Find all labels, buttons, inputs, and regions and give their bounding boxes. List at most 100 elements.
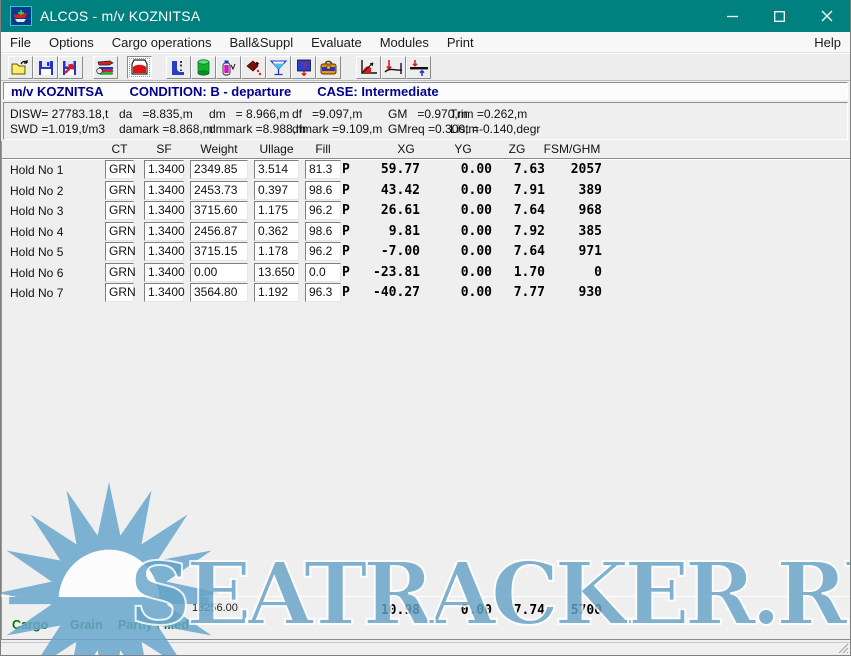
fsm-value: 930 — [527, 285, 602, 300]
fill-input[interactable]: 96.3 — [305, 283, 341, 302]
app-icon — [10, 6, 32, 26]
condition-label: CONDITION: B - departure — [129, 84, 291, 99]
table-row: Hold No 4 GRN 1.3400 2456.87 0.362 98.6 … — [2, 222, 850, 242]
ct-input[interactable]: GRN — [105, 222, 134, 241]
fill-input[interactable]: 96.2 — [305, 201, 341, 220]
ct-input[interactable]: GRN — [105, 160, 134, 179]
weight-input[interactable]: 0.00 — [190, 263, 248, 282]
table-row: Hold No 1 GRN 1.3400 2349.85 3.514 81.3 … — [2, 160, 850, 180]
xg-value: -7.00 — [350, 244, 420, 259]
side-flag: P — [342, 183, 350, 198]
condition-bar: m/v KOZNITSA CONDITION: B - departure CA… — [3, 82, 848, 100]
col-ct: CT — [105, 142, 134, 156]
close-button[interactable] — [803, 0, 850, 32]
ullage-input[interactable]: 3.514 — [254, 160, 299, 179]
dfmark-value: dfmark =9.109,m — [292, 122, 382, 136]
strength-moment-icon — [384, 59, 404, 76]
grain-glass-icon — [269, 59, 288, 76]
maximize-button[interactable] — [756, 0, 803, 32]
ship-loading-button[interactable] — [93, 56, 118, 79]
supplies-bottle-button[interactable] — [216, 56, 241, 79]
weight-input[interactable]: 3564.80 — [190, 283, 248, 302]
bunker-pour-button[interactable] — [241, 56, 266, 79]
sf-input[interactable]: 1.3400 — [144, 222, 184, 241]
col-sf: SF — [144, 142, 184, 156]
cases-bag-icon — [319, 59, 338, 76]
hold-cargo-button[interactable] — [127, 56, 152, 79]
open-file-button[interactable] — [8, 56, 33, 79]
fsm-value: 2057 — [527, 162, 602, 177]
fsm-value: 968 — [527, 203, 602, 218]
strength-moment-button[interactable] — [381, 56, 406, 79]
ullage-input[interactable]: 1.192 — [254, 283, 299, 302]
hold-cargo-icon — [130, 59, 149, 76]
side-flag: P — [342, 203, 350, 218]
weight-input[interactable]: 3715.60 — [190, 201, 248, 220]
fill-input[interactable]: 98.6 — [305, 222, 341, 241]
app-window: ALCOS - m/v KOZNITSA File Options Cargo … — [0, 0, 851, 656]
ullage-input[interactable]: 13.650 — [254, 263, 299, 282]
menu-file[interactable]: File — [1, 33, 40, 52]
menu-options[interactable]: Options — [40, 33, 103, 52]
fill-input[interactable]: 96.2 — [305, 242, 341, 261]
fill-input[interactable]: 81.3 — [305, 160, 341, 179]
ullage-input[interactable]: 1.178 — [254, 242, 299, 261]
sf-input[interactable]: 1.3400 — [144, 160, 184, 179]
query-icon: ? — [296, 59, 312, 77]
save-as-button[interactable] — [58, 56, 83, 79]
save-button[interactable] — [33, 56, 58, 79]
df-value: df =9.097,m — [292, 107, 362, 121]
hydrostatics-panel: DISW= 27783.18,t da =8.835,m dm = 8.966,… — [3, 102, 848, 140]
damark-value: damark =8.868,m — [119, 122, 213, 136]
vessel-name: m/v KOZNITSA — [11, 84, 103, 99]
status-bar — [1, 642, 850, 655]
menu-ball-suppl[interactable]: Ball&Suppl — [221, 33, 303, 52]
weight-input[interactable]: 3715.15 — [190, 242, 248, 261]
partly-filled-label: Partly Filled — [118, 618, 189, 632]
cases-bag-button[interactable] — [316, 56, 341, 79]
hold-outline-icon — [169, 59, 188, 76]
menu-evaluate[interactable]: Evaluate — [302, 33, 371, 52]
ct-input[interactable]: GRN — [105, 181, 134, 200]
minimize-button[interactable] — [709, 0, 756, 32]
stability-curve-button[interactable] — [356, 56, 381, 79]
menu-modules[interactable]: Modules — [371, 33, 438, 52]
grain-glass-button[interactable] — [266, 56, 291, 79]
ct-input[interactable]: GRN — [105, 283, 134, 302]
cargo-category-line: Cargo Grain Partly Filled — [2, 618, 850, 636]
sf-input[interactable]: 1.3400 — [144, 242, 184, 261]
ullage-input[interactable]: 1.175 — [254, 201, 299, 220]
query-button[interactable]: ? — [291, 56, 316, 79]
ct-input[interactable]: GRN — [105, 263, 134, 282]
weight-input[interactable]: 2349.85 — [190, 160, 248, 179]
side-flag: P — [342, 285, 350, 300]
ullage-input[interactable]: 0.362 — [254, 222, 299, 241]
ballast-tank-button[interactable] — [191, 56, 216, 79]
menu-print[interactable]: Print — [438, 33, 483, 52]
menu-cargo-operations[interactable]: Cargo operations — [103, 33, 221, 52]
fill-input[interactable]: 98.6 — [305, 181, 341, 200]
hold-label: Hold No 5 — [10, 245, 63, 259]
fill-input[interactable]: 0.0 — [305, 263, 341, 282]
open-file-icon — [11, 60, 30, 76]
weight-input[interactable]: 2453.73 — [190, 181, 248, 200]
swd-value: SWD =1.019,t/m3 — [10, 122, 105, 136]
weight-input[interactable]: 2456.87 — [190, 222, 248, 241]
ct-input[interactable]: GRN — [105, 201, 134, 220]
ullage-input[interactable]: 0.397 — [254, 181, 299, 200]
sf-input[interactable]: 1.3400 — [144, 181, 184, 200]
ct-input[interactable]: GRN — [105, 242, 134, 261]
hold-outline-button[interactable] — [166, 56, 191, 79]
sf-input[interactable]: 1.3400 — [144, 263, 184, 282]
sf-input[interactable]: 1.3400 — [144, 201, 184, 220]
fsm-value: 385 — [527, 224, 602, 239]
resize-grip-icon[interactable] — [837, 642, 849, 654]
side-flag: P — [342, 162, 350, 177]
save-icon — [38, 60, 54, 76]
supplies-bottle-icon — [220, 59, 237, 76]
sf-input[interactable]: 1.3400 — [144, 283, 184, 302]
dm-value: dm = 8.966,m — [209, 107, 289, 121]
drafts-button[interactable] — [406, 56, 431, 79]
col-weight: Weight — [190, 142, 248, 156]
menu-help[interactable]: Help — [805, 33, 850, 52]
